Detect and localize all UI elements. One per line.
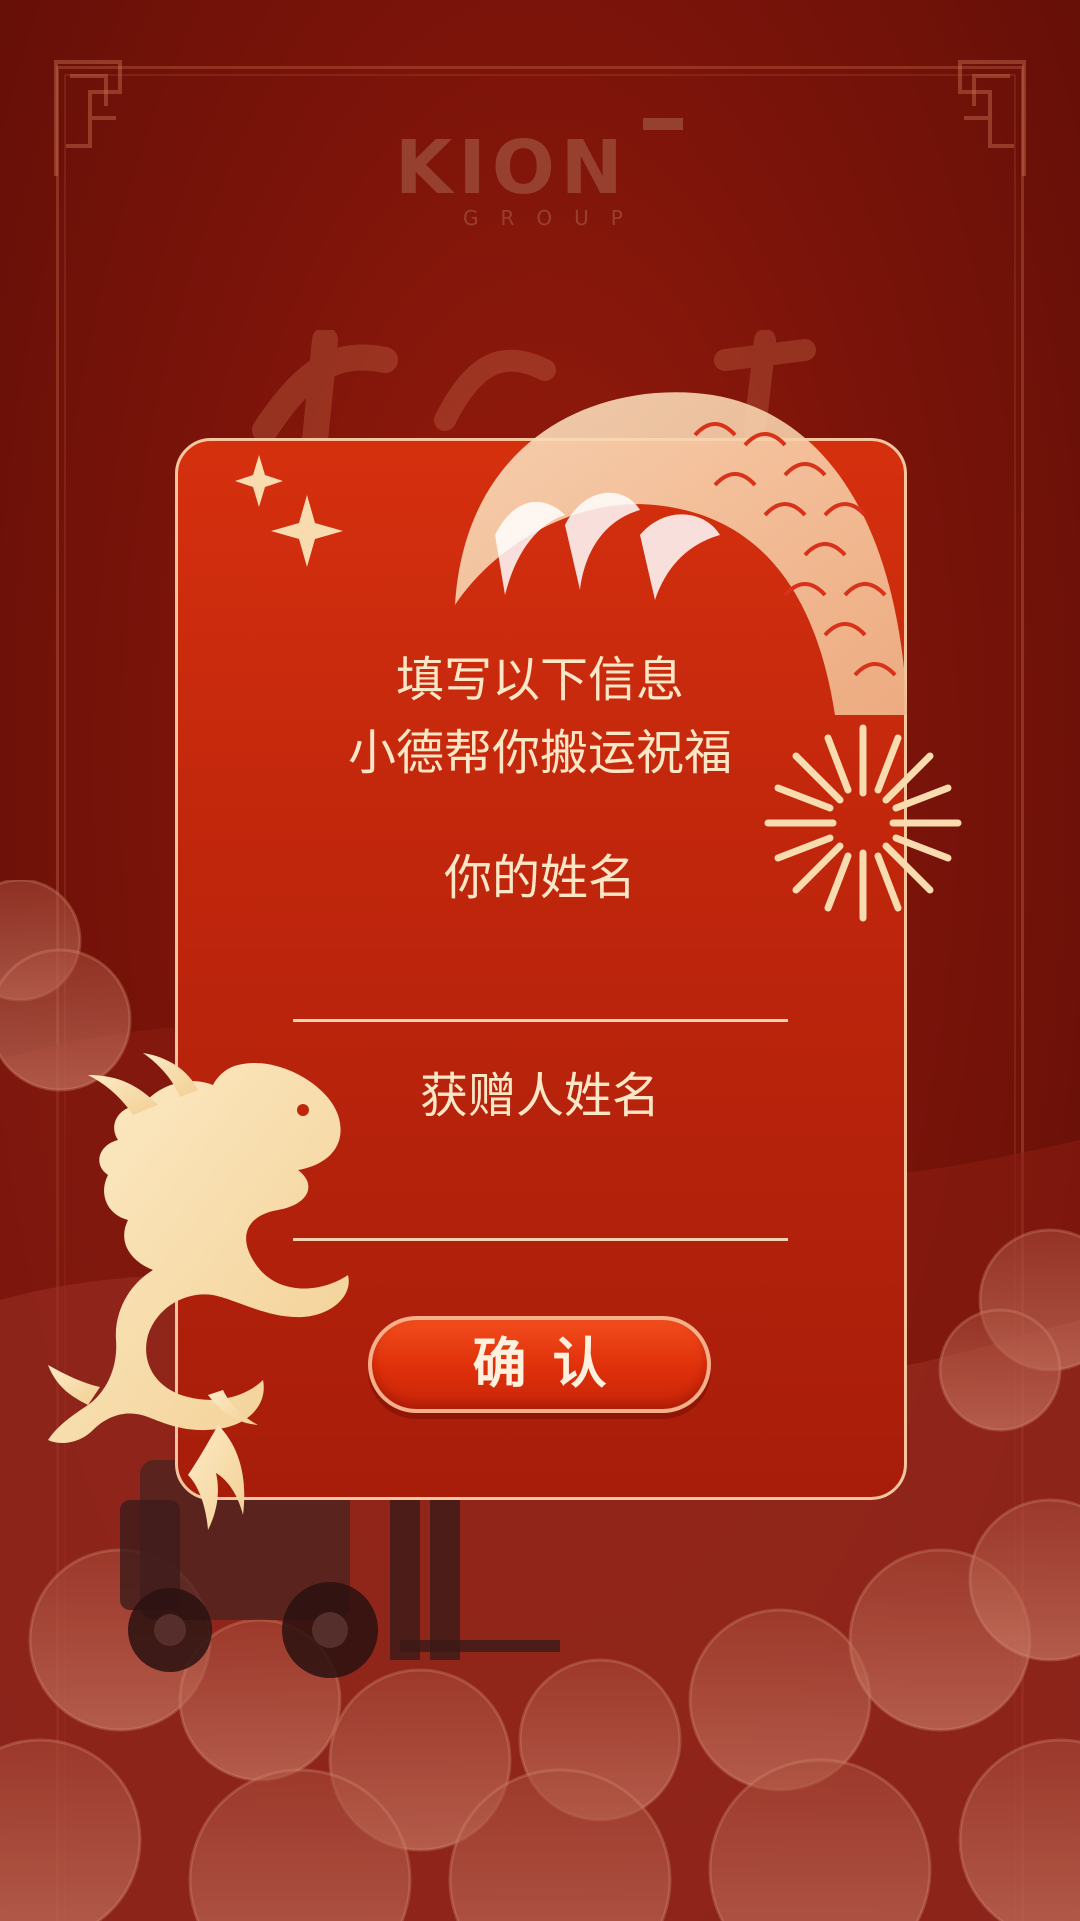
logo-bar (643, 118, 683, 130)
logo-subtitle: GROUP (463, 206, 645, 230)
your-name-underline (293, 1019, 788, 1022)
form-heading-line1: 填写以下信息 (395, 652, 684, 708)
frame-corner-left (54, 60, 122, 176)
recipient-name-underline (293, 1238, 788, 1241)
frame-corner-right (958, 60, 1026, 176)
dragon-icon (48, 1053, 349, 1530)
confirm-button[interactable]: 确认 (368, 1316, 711, 1413)
your-name-label: 你的姓名 (443, 850, 636, 906)
your-name-input[interactable] (293, 950, 792, 1012)
form-heading-line2: 小德帮你搬运祝福 (347, 725, 732, 781)
logo-name: KION (395, 125, 629, 211)
recipient-name-input[interactable] (293, 1170, 792, 1232)
kion-group-logo: KION GROUP (395, 118, 685, 228)
sparkle-icon (235, 455, 343, 567)
